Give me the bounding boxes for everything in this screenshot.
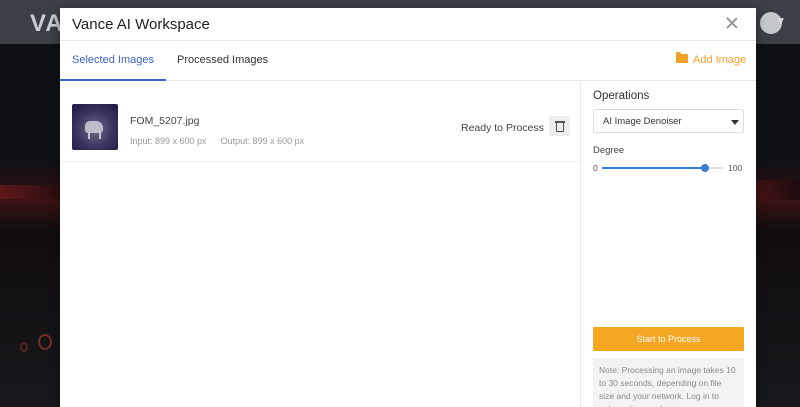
folder-icon	[676, 52, 688, 63]
delete-button[interactable]	[549, 116, 570, 136]
start-process-button[interactable]: Start to Process	[593, 327, 744, 351]
degree-slider[interactable]	[602, 164, 723, 172]
operation-select-value: AI Image Denoiser	[603, 116, 682, 127]
background-streak	[0, 185, 60, 199]
add-image-button[interactable]: Add Image	[676, 52, 747, 66]
background-decoration	[20, 342, 28, 352]
output-size: Output: 899 x 600 px	[220, 136, 305, 146]
status-text: Ready to Process	[461, 122, 544, 134]
operations-panel: Operations AI Image Denoiser Degree 0 10…	[582, 82, 756, 407]
degree-max-label: 100	[728, 163, 743, 173]
image-thumbnail[interactable]	[72, 104, 118, 150]
background-streak	[756, 180, 800, 200]
processing-note: Note: Processing an image takes 10 to 30…	[593, 358, 744, 407]
background-decoration	[38, 334, 52, 350]
file-name: FOM_5207.jpg	[130, 115, 200, 127]
degree-slider-handle[interactable]	[700, 164, 709, 172]
tab-processed-images[interactable]: Processed Images	[177, 54, 268, 81]
operations-title: Operations	[593, 90, 650, 102]
tab-bar: Selected Images Processed Images Add Ima…	[60, 42, 756, 81]
file-dimensions: Input: 899 x 600 px Output: 899 x 600 px	[130, 136, 304, 146]
background-logo: VA	[30, 10, 64, 37]
input-size: Input: 899 x 600 px	[130, 136, 207, 146]
degree-label: Degree	[593, 145, 625, 156]
close-icon[interactable]	[724, 16, 740, 32]
operation-select[interactable]: AI Image Denoiser	[593, 109, 744, 133]
tab-selected-images[interactable]: Selected Images	[60, 54, 166, 81]
degree-slider-fill	[602, 167, 705, 169]
selected-images-list: FOM_5207.jpg Input: 899 x 600 px Output: …	[60, 82, 581, 407]
degree-min-label: 0	[593, 163, 598, 173]
list-item: FOM_5207.jpg Input: 899 x 600 px Output: …	[60, 82, 581, 162]
caret-down-icon	[731, 120, 739, 125]
modal-title: Vance AI Workspace	[72, 16, 210, 33]
add-image-label: Add Image	[693, 54, 747, 66]
workspace-modal: Vance AI Workspace Selected Images Proce…	[60, 8, 756, 407]
modal-header: Vance AI Workspace	[60, 8, 756, 41]
background-chevron-down-icon: ▼	[776, 16, 786, 27]
